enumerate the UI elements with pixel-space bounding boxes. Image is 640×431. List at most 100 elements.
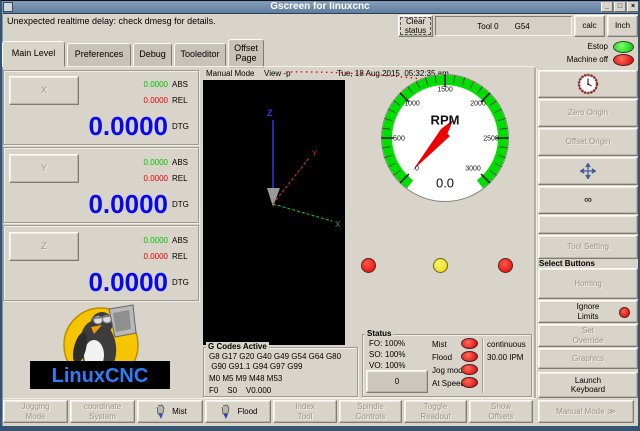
title-bar: Gscreen for linuxcnc	[0, 0, 640, 14]
y-axis-button[interactable]: Y	[9, 154, 79, 183]
indicator-led-left	[361, 258, 376, 273]
launch-keyboard-button[interactable]: Launch Keyboard	[538, 372, 638, 398]
paned-divider[interactable]	[534, 68, 536, 398]
ignore-limits-led	[619, 307, 630, 318]
x-abs-value: 0.0000	[144, 80, 168, 89]
tool-readout: Tool 0 G54	[435, 16, 572, 36]
mode-label: Manual Mode	[206, 69, 254, 78]
notebook-edge	[0, 66, 534, 67]
x-rel-row: 0.0000 REL	[144, 96, 192, 105]
move-axes-icon	[580, 163, 596, 179]
units-button[interactable]: Inch	[607, 15, 638, 37]
show-offsets-button[interactable]: Show Offsets	[469, 400, 533, 423]
rpm-gauge: 0 500 1000 1500 2000 2500 3000 RPM 0.0	[380, 73, 510, 203]
coordinate-system-button[interactable]: coordinate System	[70, 400, 135, 423]
mist-button[interactable]: Mist	[137, 400, 203, 423]
jog-increment-entry[interactable]: 0	[366, 370, 428, 393]
jog-mode-value: continuous	[487, 340, 526, 349]
logo-area: LinuxCNC	[3, 303, 199, 397]
flood-spray-icon	[218, 404, 233, 420]
maximize-button[interactable]: □	[614, 1, 626, 12]
move-origin-button[interactable]	[538, 157, 638, 185]
graphics-button[interactable]: Graphics	[538, 348, 638, 369]
window-icon	[3, 2, 13, 12]
gauge-tick-1500: 1500	[437, 87, 453, 94]
machine-off-label: Machine off	[540, 55, 608, 64]
y-axis-label: Y	[312, 149, 318, 158]
tab-tooleditor[interactable]: Tooleditor	[174, 43, 226, 66]
calc-button[interactable]: calc	[574, 15, 605, 37]
rel-label: REL	[172, 252, 192, 261]
flood-button[interactable]: Flood	[205, 400, 271, 423]
tab-debug[interactable]: Debug	[133, 43, 172, 66]
x-axis-label: X	[335, 220, 341, 229]
z-dtg-row: 0.0000 DTG	[88, 267, 192, 298]
flood-button-label: Flood	[237, 407, 257, 416]
clear-status-button[interactable]: Clear status	[398, 15, 433, 37]
at-speed-status-label: At Speed	[432, 379, 465, 388]
y-rel-value: 0.0000	[144, 174, 168, 183]
z-dtg-value: 0.0000	[88, 267, 168, 298]
gauge-tick-1000: 1000	[404, 101, 420, 108]
flood-status-label: Flood	[432, 353, 452, 362]
z-rel-row: 0.0000 REL	[144, 252, 192, 261]
flood-led	[461, 351, 478, 362]
coord-system: G54	[515, 22, 530, 31]
manual-mode-button[interactable]: Manual Mode ≫	[538, 400, 634, 423]
gcodes-title: G Codes Active	[206, 342, 269, 351]
spindle-controls-button[interactable]: Spindle Controls	[339, 400, 402, 423]
index-tool-button[interactable]: Index Tool	[273, 400, 337, 423]
x-axis-panel: X 0.0000 ABS 0.0000 REL 0.0000 DTG	[3, 70, 199, 145]
z-abs-value: 0.0000	[144, 236, 168, 245]
gcodes-active: G8 G17 G20 G40 G49 G54 G64 G80 G90 G91.1…	[209, 352, 341, 372]
offset-origin-button[interactable]: Offset Origin	[538, 128, 638, 156]
tool-number: Tool 0	[477, 22, 498, 31]
estop-label: Estop	[540, 42, 608, 51]
toggle-readout-button[interactable]: Toggle Readout	[404, 400, 467, 423]
gscreen-window: Gscreen for linuxcnc _ □ × Unexpected re…	[0, 0, 640, 431]
dtg-label: DTG	[172, 122, 192, 131]
gauge-tick-500: 500	[393, 136, 405, 143]
abs-label: ABS	[172, 80, 192, 89]
clock-icon	[577, 73, 599, 95]
spare-button[interactable]	[538, 215, 638, 234]
zero-origin-button[interactable]: Zero Origin	[538, 99, 638, 127]
machine-off-led	[613, 54, 634, 66]
gauge-tick-3000: 3000	[465, 166, 481, 173]
feed-override: FO: 100%	[369, 339, 405, 348]
gauge-value: 0.0	[436, 176, 454, 191]
gauge-tick-2000: 2000	[470, 101, 486, 108]
x-dtg-row: 0.0000 DTG	[88, 111, 192, 142]
z-axis-button[interactable]: Z	[9, 232, 79, 261]
at-speed-led	[461, 377, 478, 388]
tab-main-level[interactable]: Main Level	[2, 41, 65, 67]
view-distance-button[interactable]: ∞	[538, 186, 638, 214]
x-axis-button[interactable]: X	[9, 76, 79, 105]
tool-setting-button[interactable]: Tool Setting	[538, 235, 638, 259]
x-abs-row: 0.0000 ABS	[144, 80, 192, 89]
ignore-limits-button[interactable]: Ignore Limits	[538, 300, 638, 323]
dtg-label: DTG	[172, 278, 192, 287]
set-override-button[interactable]: Set Override	[538, 324, 638, 347]
minimize-button[interactable]: _	[601, 1, 613, 12]
status-divider	[482, 338, 483, 393]
window-title: Gscreen for linuxcnc	[270, 1, 369, 12]
status-message: Unexpected realtime delay: check dmesg f…	[7, 16, 216, 26]
gremlin-viewport[interactable]: Z Y X	[203, 80, 345, 345]
z-abs-row: 0.0000 ABS	[144, 236, 192, 245]
bottom-separator	[0, 398, 536, 399]
y-dtg-value: 0.0000	[88, 189, 168, 220]
y-axis-panel: Y 0.0000 ABS 0.0000 REL 0.0000 DTG	[3, 147, 199, 223]
z-axis-label: Z	[267, 108, 273, 118]
rel-label: REL	[172, 96, 192, 105]
mist-spray-icon	[153, 404, 168, 420]
clock-button[interactable]	[538, 70, 638, 98]
tab-preferences[interactable]: Preferences	[67, 43, 131, 66]
jogging-mode-button[interactable]: Jogging Mode	[3, 400, 68, 423]
homing-button[interactable]: Homing	[538, 268, 638, 299]
close-button[interactable]: ×	[627, 1, 639, 12]
tab-offset-page[interactable]: Offset Page	[228, 39, 264, 68]
y-abs-value: 0.0000	[144, 158, 168, 167]
axis-triad: Z Y X	[203, 80, 345, 345]
y-dtg-row: 0.0000 DTG	[88, 189, 192, 220]
